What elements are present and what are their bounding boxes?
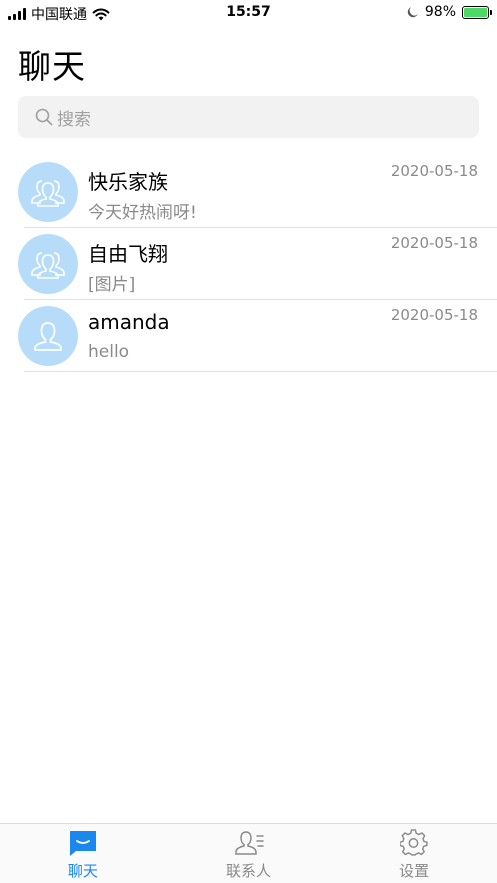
page-title: 聊天 <box>18 47 86 86</box>
tab-label: 聊天 <box>67 862 98 880</box>
tab-label: 设置 <box>399 862 430 880</box>
person-avatar-icon <box>18 306 78 366</box>
chat-preview: hello <box>88 342 130 362</box>
settings-icon <box>400 829 428 856</box>
chat-preview: 今天好热闹呀! <box>88 203 197 223</box>
chat-date: 2020-05-18 <box>390 234 478 252</box>
chat-name: 快乐家族 <box>88 170 168 194</box>
chat-icon <box>69 831 96 856</box>
battery-icon <box>462 5 492 19</box>
chat-preview: [图片] <box>88 275 136 295</box>
chat-row[interactable]: amanda hello 2020-05-18 <box>0 300 497 372</box>
group-avatar-icon <box>18 162 78 222</box>
contacts-icon <box>234 831 264 855</box>
status-right: 98% <box>407 4 492 20</box>
chat-date: 2020-05-18 <box>390 306 478 324</box>
group-avatar-icon <box>18 234 78 294</box>
battery-fill <box>464 7 487 17</box>
search-placeholder: 搜索 <box>57 109 91 130</box>
chat-row[interactable]: 快乐家族 今天好热闹呀! 2020-05-18 <box>0 156 497 228</box>
chat-date: 2020-05-18 <box>390 162 478 180</box>
chat-row[interactable]: 自由飞翔 [图片] 2020-05-18 <box>0 228 497 300</box>
battery-percent: 98% <box>424 4 456 20</box>
chat-list: 快乐家族 今天好热闹呀! 2020-05-18 自由飞翔 [图片] 2020-0… <box>0 156 497 372</box>
chat-name: 自由飞翔 <box>88 242 168 266</box>
divider <box>24 371 497 372</box>
chat-name: amanda <box>88 310 170 334</box>
tab-bar: 聊天 联系人 设置 <box>0 823 497 883</box>
moon-icon <box>407 7 418 18</box>
tab-label: 联系人 <box>226 862 272 880</box>
tab-settings[interactable]: 设置 <box>331 824 497 883</box>
search-input[interactable]: 搜索 <box>18 96 479 138</box>
search-icon <box>35 108 53 126</box>
tab-contacts[interactable]: 联系人 <box>166 824 332 883</box>
tab-chat[interactable]: 聊天 <box>0 824 166 883</box>
status-bar: 中国联通 15:57 98% <box>0 0 497 26</box>
